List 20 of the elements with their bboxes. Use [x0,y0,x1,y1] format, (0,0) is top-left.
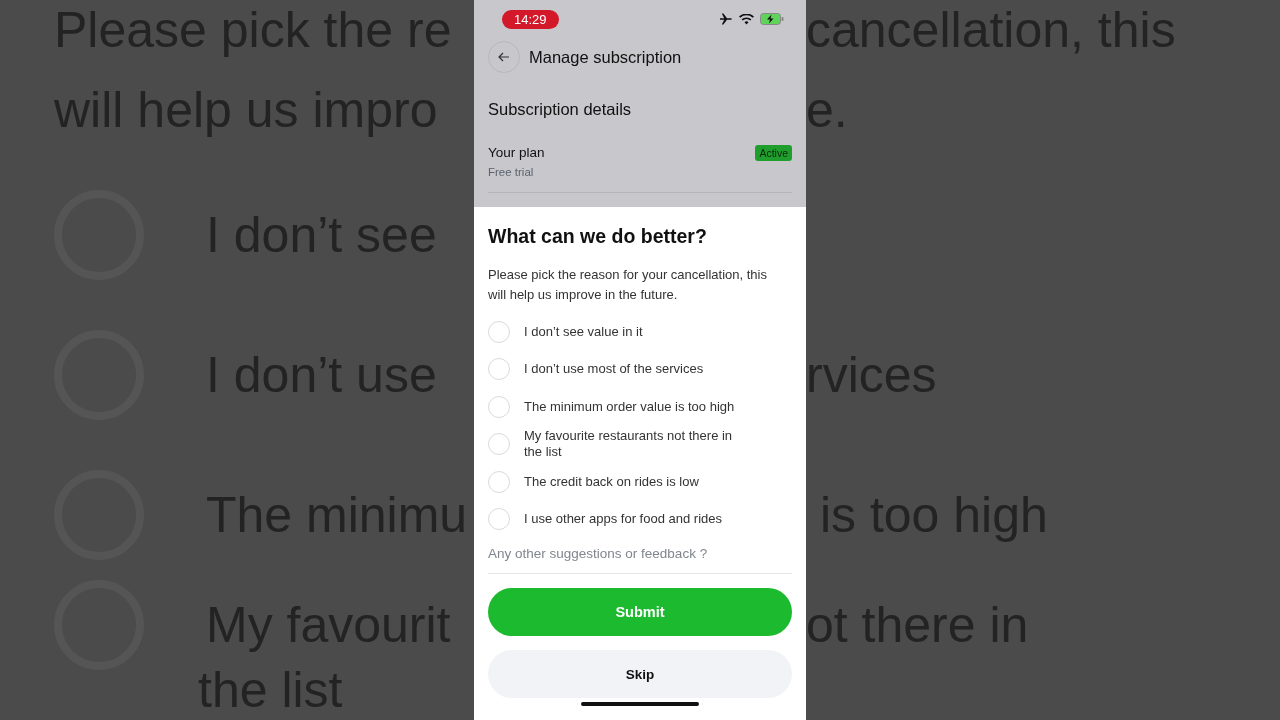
wifi-icon [739,13,754,25]
reason-label[interactable]: My favourite restaurants not there in the list [524,428,750,461]
status-badge: Active [755,145,792,161]
reason-label[interactable]: The minimum order value is too high [524,398,735,415]
sheet-description: Please pick the reason for your cancellation, this will help us improve in the future. [488,266,768,304]
reason-label[interactable]: I don’t see value in it [524,323,643,340]
page-title: Manage subscription [529,47,682,67]
airplane-icon [719,13,733,25]
feedback-field[interactable]: Any other suggestions or feedback ? [488,538,792,574]
reason-label[interactable]: The credit back on rides is low [524,473,699,490]
reason-label[interactable]: I use other apps for food and rides [524,511,722,528]
reason-label[interactable]: I don’t use most of the services [524,361,704,378]
section-heading: Subscription details [488,100,633,119]
battery-icon [760,13,784,25]
skip-button[interactable]: Skip [488,650,792,698]
plan-label: Your plan [488,145,545,160]
plan-value: Free trial [488,166,535,178]
arrow-left-icon [498,52,510,62]
status-time: 14:29 [502,9,559,29]
sheet-title: What can we do better? [488,225,708,248]
